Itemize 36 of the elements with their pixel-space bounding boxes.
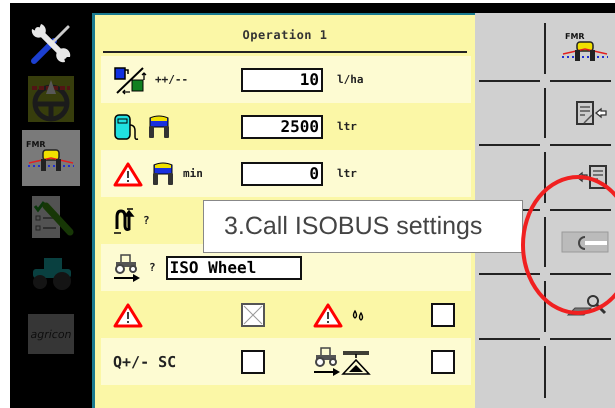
checkbox[interactable] (241, 302, 265, 326)
annotation-tooltip: 3.Call ISOBUS settings (203, 200, 523, 253)
unit-label: ltr (337, 167, 357, 180)
spreader-icon (151, 160, 175, 186)
checkbox[interactable] (431, 350, 455, 374)
sidebar-item[interactable]: FMR (22, 130, 80, 186)
wrench-icon (561, 230, 609, 253)
softkey[interactable]: FMR (561, 33, 611, 64)
row-label: ? (149, 261, 156, 274)
sprayer-icon (561, 41, 609, 64)
checkbox[interactable] (431, 302, 455, 326)
softkey[interactable] (561, 230, 611, 253)
drops-icon (351, 308, 365, 322)
unit-label: l/ha (337, 73, 364, 86)
tractor-spreader-icon (313, 346, 371, 378)
option-label: Q+/- SC (113, 352, 176, 370)
row-label: ? (143, 214, 150, 227)
value-field[interactable]: 10 (241, 68, 323, 92)
screen-title: Operation 1 (242, 27, 328, 42)
value-field[interactable]: 2500 (241, 114, 323, 138)
row-label: min (183, 167, 203, 180)
fuel-pump-icon (113, 112, 139, 140)
warning-icon (113, 160, 143, 186)
value-field[interactable]: 0 (241, 162, 323, 186)
checkbox[interactable] (241, 350, 265, 374)
warning-icon (313, 302, 343, 328)
u-turn-icon (113, 206, 135, 234)
row-label: ++/-- (155, 73, 188, 86)
unit-label: ltr (337, 120, 357, 133)
rate-icon (113, 64, 147, 94)
document-export-icon (575, 100, 609, 126)
warning-icon (113, 302, 143, 328)
spreader-icon (147, 114, 171, 140)
value-field[interactable]: ISO Wheel (166, 256, 302, 280)
steering-wheel-icon (28, 76, 74, 122)
tractor-arrow-icon (113, 252, 141, 282)
